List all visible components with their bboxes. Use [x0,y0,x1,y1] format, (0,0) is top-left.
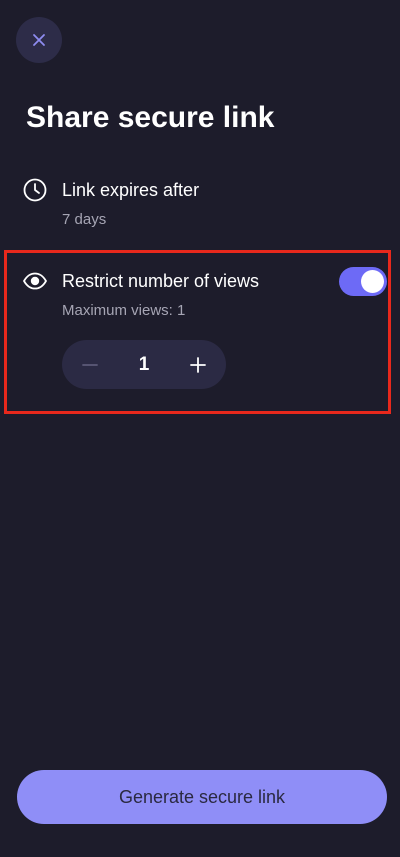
close-button[interactable] [16,17,62,63]
link-expiry-label[interactable]: Link expires after [62,178,199,202]
clock-icon [22,177,48,203]
highlight-box [4,250,391,414]
generate-secure-link-button[interactable]: Generate secure link [17,770,387,824]
page-title: Share secure link [26,101,275,134]
close-icon [32,33,46,47]
link-expiry-value[interactable]: 7 days [62,210,106,230]
